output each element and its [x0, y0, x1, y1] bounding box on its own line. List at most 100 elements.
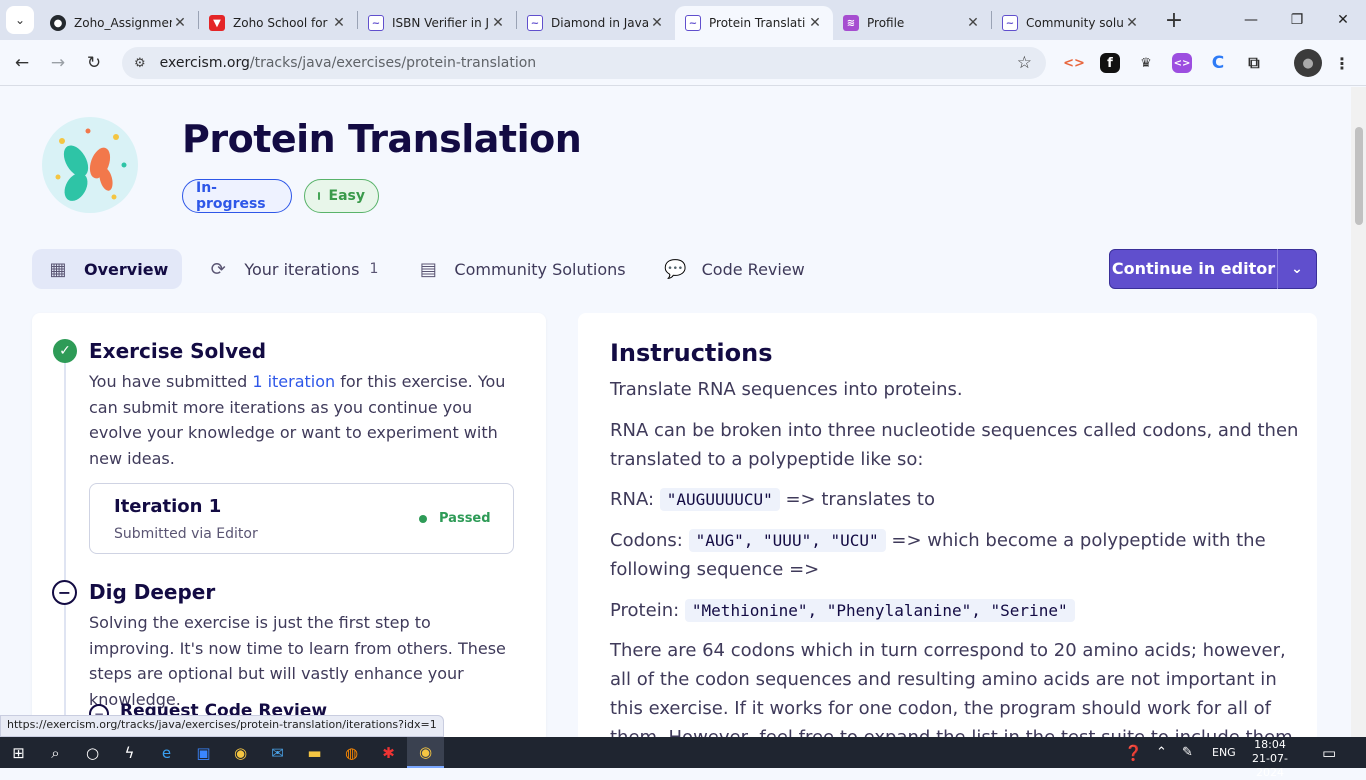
dev-extension-icon[interactable]: <> [1172, 53, 1192, 73]
github-icon: ● [50, 15, 66, 31]
mail-icon[interactable]: ✉ [259, 737, 296, 768]
browser-tab[interactable]: ~ Community solu ✕ [992, 6, 1150, 40]
browser-tab[interactable]: ● Zoho_Assignmen ✕ [40, 6, 198, 40]
tab-title: Community solu [1026, 16, 1124, 30]
close-icon[interactable]: ✕ [172, 15, 188, 31]
difficulty-icon [318, 192, 320, 200]
clock[interactable]: 18:04 21-07-2024 [1245, 738, 1295, 780]
close-icon[interactable]: ✕ [490, 15, 506, 31]
status-bar-link: https://exercism.org/tracks/java/exercis… [0, 715, 444, 737]
windows-start-icon[interactable]: ⊞ [0, 737, 37, 768]
close-window-button[interactable]: ✕ [1320, 0, 1366, 40]
browser-tab[interactable]: ~ ISBN Verifier in J ✕ [358, 6, 516, 40]
iteration-link[interactable]: 1 iteration [252, 372, 335, 391]
exercise-tabs: ▦ Overview ⟳ Your iterations 1 ▤ Communi… [32, 249, 829, 289]
tab-code-review[interactable]: 💬 Code Review [650, 249, 819, 289]
back-button[interactable]: ← [4, 45, 40, 81]
forward-button[interactable]: → [40, 45, 76, 81]
codons-label: Codons: [610, 530, 683, 551]
status-dot-icon [419, 514, 427, 523]
chevron-up-icon[interactable]: ⌃ [1156, 737, 1167, 768]
tab-search-button[interactable]: ⌄ [6, 6, 34, 34]
notifications-icon[interactable]: ▭ [1322, 737, 1336, 768]
extensions-puzzle-icon[interactable]: ⧉ [1240, 49, 1268, 77]
restore-button[interactable]: ❐ [1274, 0, 1320, 40]
exercise-logo [42, 117, 138, 213]
collapse-icon[interactable]: − [52, 580, 77, 605]
menu-kebab-icon[interactable]: ⋮ [1328, 49, 1356, 77]
tab-title: Diamond in Java [551, 16, 649, 30]
tab-label: Your iterations [244, 259, 360, 279]
browser-tab[interactable]: ~ Diamond in Java ✕ [517, 6, 675, 40]
crown-extension-icon[interactable]: ♛ [1132, 49, 1160, 77]
site-settings-icon[interactable]: ⚙ [134, 56, 146, 71]
iteration-card[interactable]: Iteration 1 Submitted via Editor Passed [89, 483, 514, 554]
store-icon[interactable]: ▣ [185, 737, 222, 768]
close-icon[interactable]: ✕ [807, 15, 823, 31]
difficulty-badge: Easy [304, 179, 379, 213]
rna-code: "AUGUUUUCU" [659, 488, 780, 511]
cortana-icon[interactable]: ○ [74, 737, 111, 768]
dig-deeper-heading: Dig Deeper [89, 580, 216, 604]
folder-icon[interactable]: ▬ [296, 737, 333, 768]
browser-tab-active[interactable]: ~ Protein Translati ✕ [675, 6, 833, 40]
chrome-icon[interactable]: ◉ [222, 737, 259, 768]
exercise-solved-heading: Exercise Solved [89, 339, 267, 363]
protein-line: Protein: "Methionine", "Phenylalanine", … [610, 596, 1300, 625]
code-extension-icon[interactable]: <> [1060, 49, 1088, 77]
protein-label: Protein: [610, 600, 680, 621]
close-icon[interactable]: ✕ [965, 15, 981, 31]
instructions-paragraph: Translate RNA sequences into proteins. [610, 379, 963, 400]
tab-title: Zoho School for [233, 16, 328, 30]
tab-title: Zoho_Assignmen [74, 16, 172, 30]
minimize-button[interactable]: — [1228, 0, 1274, 40]
community-icon: ▤ [419, 258, 437, 280]
browser-tab-strip: ⌄ ● Zoho_Assignmen ✕ ▼ Zoho School for ✕… [0, 0, 1366, 40]
passed-label: Passed [439, 511, 491, 526]
minimize-icon: — [1244, 12, 1258, 28]
chevron-down-icon: ⌄ [14, 13, 26, 27]
search-icon[interactable]: ⌕ [37, 737, 74, 768]
chevron-down-icon[interactable]: ⌄ [1278, 261, 1316, 277]
edge-icon[interactable]: e [148, 737, 185, 768]
exercise-solved-text: You have submitted 1 iteration for this … [89, 369, 509, 471]
url-path: /tracks/java/exercises/protein-translati… [249, 55, 537, 71]
stack-icon: ≋ [843, 15, 859, 31]
profile-avatar[interactable]: ● [1294, 49, 1322, 77]
continue-label: Continue in editor [1110, 249, 1278, 289]
dig-deeper-text: Solving the exercise is just the first s… [89, 613, 506, 709]
windows-taskbar: ⊞ ⌕ ○ ϟ e ▣ ◉ ✉ ▬ ◍ ✱ ◉ ❓ ⌃ ✎ ENG 18:04 … [0, 737, 1366, 779]
grid-icon: ▦ [49, 258, 67, 280]
address-bar[interactable]: ⚙ exercism.org/tracks/java/exercises/pro… [122, 47, 1046, 79]
arrow-right-icon: → [50, 52, 66, 73]
browser-tab[interactable]: ≋ Profile ✕ [833, 6, 991, 40]
app-icon[interactable]: ✱ [370, 737, 407, 768]
tab-iterations[interactable]: ⟳ Your iterations 1 [192, 249, 392, 289]
lightning-icon[interactable]: ϟ [111, 737, 148, 768]
browser-tab[interactable]: ▼ Zoho School for ✕ [199, 6, 357, 40]
exercism-icon: ~ [368, 15, 384, 31]
firefox-icon[interactable]: ◍ [333, 737, 370, 768]
url-host: exercism.org [159, 55, 250, 71]
tab-community-solutions[interactable]: ▤ Community Solutions [402, 249, 639, 289]
pen-icon[interactable]: ✎ [1182, 737, 1193, 768]
tab-overview[interactable]: ▦ Overview [32, 249, 183, 289]
scrollbar-thumb[interactable] [1355, 127, 1363, 225]
chrome-active-icon[interactable]: ◉ [407, 737, 444, 768]
f-extension-icon[interactable]: f [1100, 53, 1120, 73]
tab-title: Protein Translati [709, 16, 806, 30]
page-scrollbar[interactable] [1351, 87, 1366, 737]
zoho-icon: ▼ [209, 15, 225, 31]
help-icon[interactable]: ❓ [1124, 737, 1143, 768]
close-icon[interactable]: ✕ [331, 15, 347, 31]
tab-label: Overview [84, 259, 169, 279]
language-indicator[interactable]: ENG [1212, 737, 1236, 768]
c-extension-icon[interactable]: C [1204, 49, 1232, 77]
bookmark-star-icon[interactable]: ☆ [1017, 53, 1032, 73]
continue-in-editor-button[interactable]: Continue in editor ⌄ [1109, 249, 1317, 289]
tab-label: Code Review [701, 259, 805, 279]
new-tab-button[interactable]: + [1160, 6, 1188, 34]
close-icon[interactable]: ✕ [1124, 15, 1140, 31]
close-icon[interactable]: ✕ [649, 15, 665, 31]
reload-button[interactable]: ↻ [76, 45, 112, 81]
